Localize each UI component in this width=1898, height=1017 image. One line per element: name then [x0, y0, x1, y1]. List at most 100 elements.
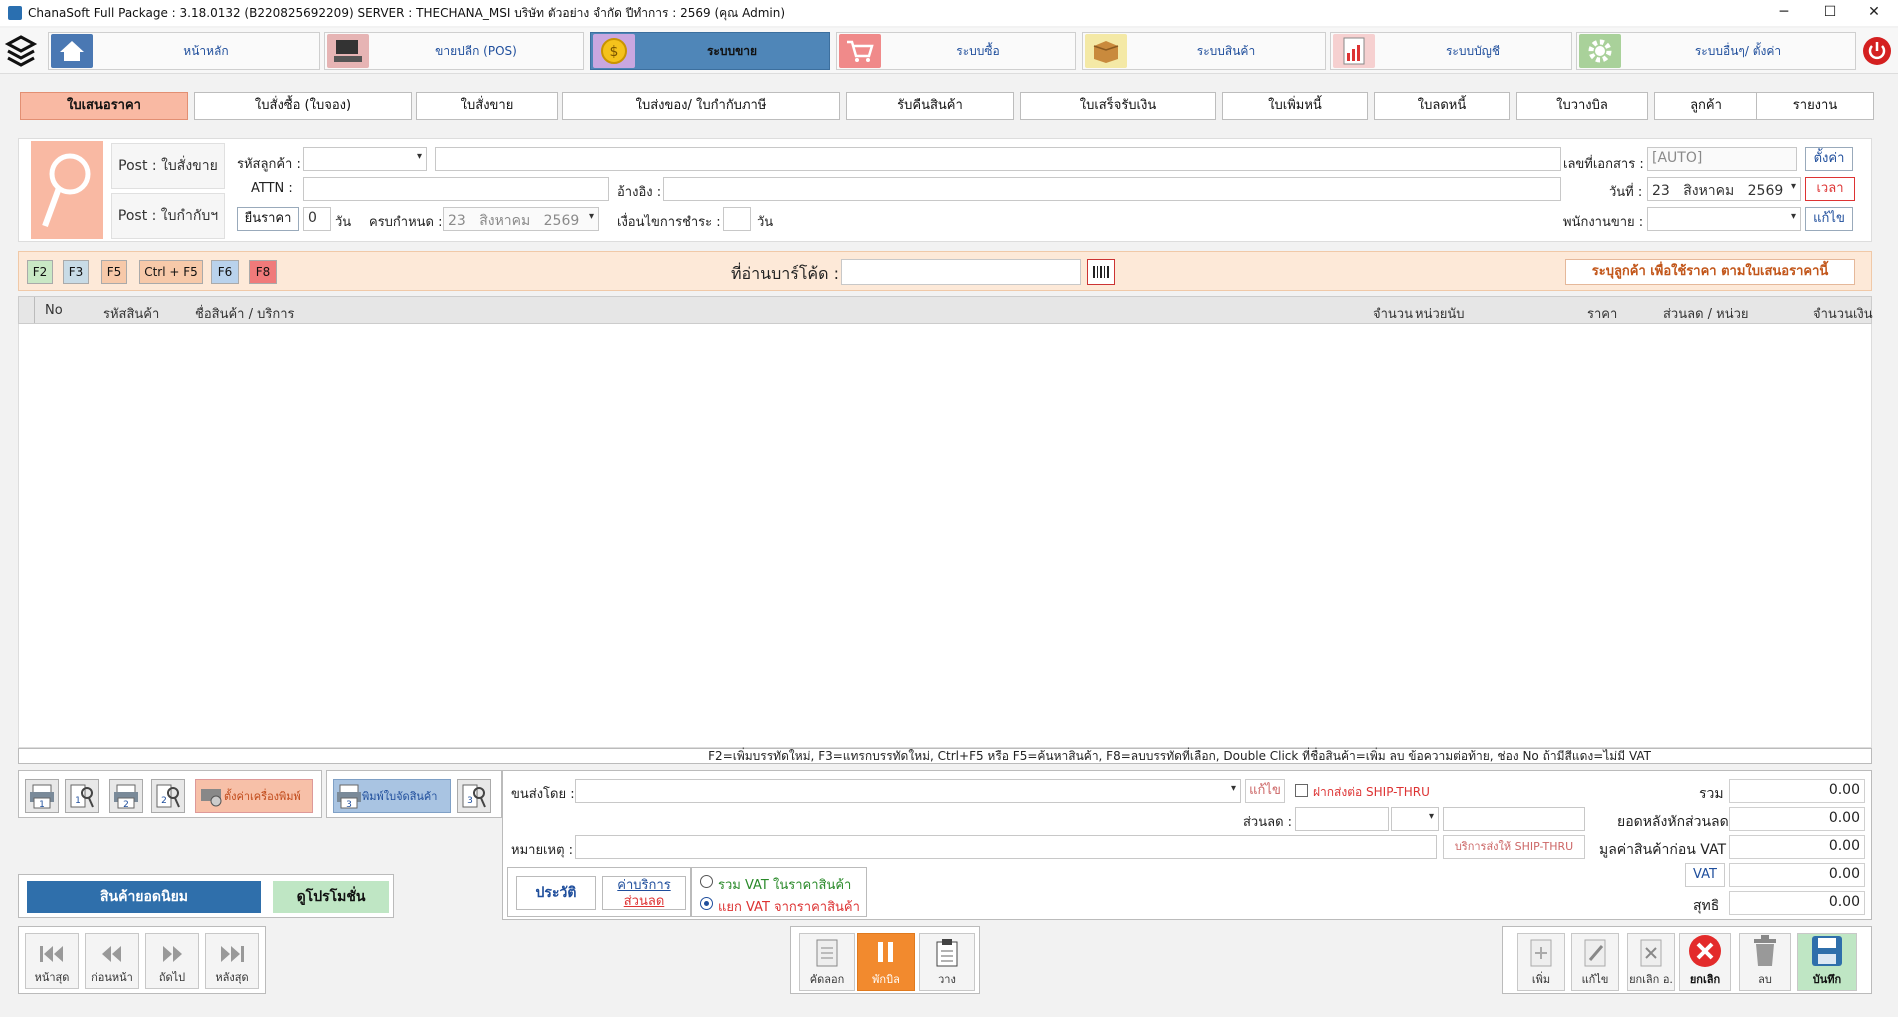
ship-by-select[interactable]: ▾ — [575, 779, 1241, 803]
previous-record-button[interactable]: ก่อนหน้า — [85, 933, 139, 989]
payment-terms-input[interactable] — [723, 207, 751, 231]
print-1-button[interactable]: 1 — [25, 779, 59, 813]
time-button[interactable]: เวลา — [1805, 177, 1855, 201]
app-logo[interactable] — [4, 32, 44, 70]
nav-pos[interactable]: ขายปลีก (POS) — [324, 32, 584, 70]
col-price[interactable]: ราคา — [1587, 303, 1617, 324]
nav-settings[interactable]: ระบบอื่นๆ/ ตั้งค่า — [1576, 32, 1856, 70]
ship-thru-service-button[interactable]: บริการส่งให้ SHIP-THRU — [1443, 835, 1585, 859]
vat-incl-radio[interactable] — [700, 875, 713, 888]
col-quantity[interactable]: จำนวน — [1373, 303, 1413, 324]
f8-button[interactable]: F8 — [249, 260, 277, 284]
days-unit: วัน — [335, 215, 352, 230]
chevron-down-icon[interactable]: ▾ — [1231, 783, 1236, 794]
customer-name-input[interactable] — [435, 147, 1561, 171]
last-record-button[interactable]: หลังสุด — [205, 933, 259, 989]
print-preview-3-button[interactable]: 3 — [457, 779, 491, 813]
reference-input[interactable] — [663, 177, 1561, 201]
chevron-down-icon[interactable]: ▾ — [1429, 811, 1434, 822]
tab-debit-note[interactable]: ใบเพิ่มหนี้ — [1222, 92, 1368, 120]
nav-sales[interactable]: $ ระบบขาย — [590, 32, 830, 70]
price-valid-days-input[interactable]: 0 — [303, 207, 331, 231]
power-button[interactable] — [1860, 32, 1894, 70]
search-document-button[interactable] — [31, 141, 103, 239]
col-amount[interactable]: จำนวนเงิน — [1813, 303, 1873, 324]
barcode-scan-button[interactable] — [1087, 259, 1115, 285]
copy-button[interactable]: คัดลอก — [799, 933, 855, 991]
edit-button[interactable]: แก้ไข — [1571, 933, 1619, 991]
nav-home[interactable]: หน้าหลัก — [48, 32, 320, 70]
col-product-code[interactable]: รหัสสินค้า — [103, 303, 159, 324]
chevron-down-icon[interactable]: ▾ — [1791, 181, 1796, 192]
cancel-button[interactable]: ยกเลิก — [1679, 933, 1731, 991]
print-preview-2-button[interactable]: 2 — [151, 779, 185, 813]
discount-type-select[interactable]: ▾ — [1391, 807, 1439, 831]
f3-button[interactable]: F3 — [63, 260, 89, 284]
save-button[interactable]: บันทึก — [1797, 933, 1857, 991]
ctrl-f5-button[interactable]: Ctrl + F5 — [139, 260, 203, 284]
tab-return[interactable]: รับคืนสินค้า — [846, 92, 1014, 120]
promotion-button[interactable]: ดูโปรโมชั่น — [273, 881, 389, 913]
first-record-button[interactable]: หน้าสุด — [25, 933, 79, 989]
nav-inventory[interactable]: ระบบสินค้า — [1082, 32, 1326, 70]
minimize-button[interactable]: ─ — [1762, 0, 1806, 26]
maximize-button[interactable]: ☐ — [1808, 0, 1852, 26]
tab-credit-note[interactable]: ใบลดหนี้ — [1374, 92, 1510, 120]
note-input[interactable] — [575, 835, 1437, 859]
history-button[interactable]: ประวัติ — [516, 876, 596, 910]
next-record-button[interactable]: ถัดไป — [145, 933, 199, 989]
popular-products-button[interactable]: สินค้ายอดนิยม — [27, 881, 261, 913]
attn-input[interactable] — [303, 177, 609, 201]
after-discount-label: ยอดหลังหักส่วนลด — [1617, 814, 1729, 830]
f5-button[interactable]: F5 — [101, 260, 127, 284]
tab-billing[interactable]: ใบวางบิล — [1516, 92, 1648, 120]
tab-sales-order[interactable]: ใบสั่งขาย — [416, 92, 558, 120]
discount-amount-input[interactable] — [1443, 807, 1585, 831]
settings-button[interactable]: ตั้งค่า — [1805, 147, 1853, 171]
print-delivery-button[interactable]: 3 พิมพ์ใบจัดสินค้า — [333, 779, 451, 813]
cancel-document-button[interactable]: ยกเลิก อ. — [1627, 933, 1675, 991]
delete-button[interactable]: ลบ — [1739, 933, 1791, 991]
price-valid-button[interactable]: ยืนราคา — [237, 207, 299, 231]
chevron-down-icon[interactable]: ▾ — [589, 211, 594, 222]
col-discount[interactable]: ส่วนลด / หน่วย — [1663, 303, 1749, 324]
barcode-input[interactable] — [841, 259, 1081, 285]
vat-button[interactable]: VAT — [1685, 863, 1725, 887]
service-fee-discount-button[interactable]: ค่าบริการ ส่วนลด — [602, 876, 686, 910]
close-window-button[interactable]: ✕ — [1852, 0, 1896, 26]
tab-purchase-order[interactable]: ใบสั่งซื้อ (ใบจอง) — [194, 92, 412, 120]
chevron-down-icon[interactable]: ▾ — [1791, 211, 1796, 222]
post-sales-order-button[interactable]: Post : ใบสั่งขาย — [111, 143, 225, 189]
customer-code-input[interactable]: ▾ — [303, 147, 427, 171]
printer-setup-button[interactable]: ตั้งค่าเครื่องพิมพ์ — [195, 779, 313, 813]
tab-report[interactable]: รายงาน — [1756, 92, 1874, 120]
col-no[interactable]: No — [45, 303, 63, 318]
tab-quotation[interactable]: ใบเสนอราคา — [20, 92, 188, 120]
tab-receipt[interactable]: ใบเสร็จรับเงิน — [1020, 92, 1216, 120]
print-2-button[interactable]: 2 — [109, 779, 143, 813]
f2-button[interactable]: F2 — [27, 260, 53, 284]
col-unit[interactable]: หน่วยนับ — [1415, 303, 1465, 324]
nav-purchase[interactable]: ระบบซื้อ — [836, 32, 1076, 70]
add-button[interactable]: เพิ่ม — [1517, 933, 1565, 991]
due-date-picker[interactable]: 23 สิงหาคม 2569 ▾ — [443, 207, 599, 231]
edit-salesperson-button[interactable]: แก้ไข — [1805, 207, 1853, 231]
date-picker[interactable]: 23 สิงหาคม 2569 ▾ — [1647, 177, 1801, 201]
paste-button[interactable]: วาง — [919, 933, 975, 991]
discount-input[interactable] — [1295, 807, 1389, 831]
col-product-name[interactable]: ชื่อสินค้า / บริการ — [195, 303, 294, 324]
tab-delivery-invoice[interactable]: ใบส่งของ/ ใบกำกับภาษี — [562, 92, 840, 120]
ship-thru-checkbox[interactable] — [1295, 784, 1308, 797]
items-grid-body[interactable] — [18, 324, 1872, 748]
vat-excl-radio[interactable] — [700, 897, 713, 910]
chevron-down-icon[interactable]: ▾ — [417, 151, 422, 162]
tab-customer[interactable]: ลูกค้า — [1654, 92, 1758, 120]
post-invoice-button[interactable]: Post : ใบกำกับฯ — [111, 193, 225, 239]
doc-no-input[interactable]: [AUTO] — [1647, 147, 1797, 171]
f6-button[interactable]: F6 — [211, 260, 239, 284]
salesperson-select[interactable]: ▾ — [1647, 207, 1801, 231]
print-preview-1-button[interactable]: 1 — [65, 779, 99, 813]
edit-ship-button[interactable]: แก้ไข — [1245, 779, 1285, 803]
hold-bill-button[interactable]: พักบิล — [857, 933, 915, 991]
nav-accounting[interactable]: ระบบบัญชี — [1330, 32, 1572, 70]
